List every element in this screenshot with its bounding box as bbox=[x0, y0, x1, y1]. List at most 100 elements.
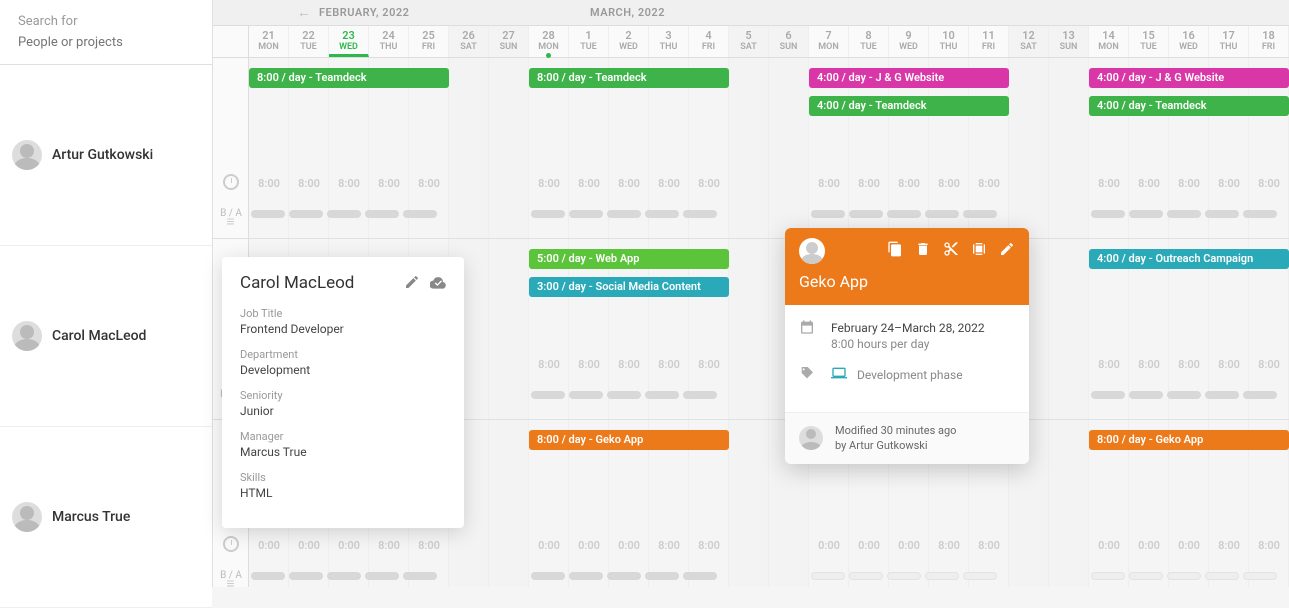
person-name: Carol MacLeod bbox=[52, 328, 146, 344]
delete-icon[interactable] bbox=[915, 241, 931, 261]
booking-bar[interactable]: 8:00 / day - Teamdeck bbox=[529, 68, 729, 88]
day-column[interactable]: 3THU bbox=[649, 26, 689, 57]
capacity-pill bbox=[1205, 391, 1239, 399]
hour-cell: 8:00 bbox=[409, 176, 449, 194]
booking-bar[interactable]: 8:00 / day - Geko App bbox=[1089, 430, 1289, 450]
day-column[interactable]: 18FRI bbox=[1249, 26, 1289, 57]
copy-icon[interactable] bbox=[887, 241, 903, 261]
day-column[interactable]: 9WED bbox=[889, 26, 929, 57]
hour-cell: 8:00 bbox=[329, 176, 369, 194]
capacity-pill bbox=[1091, 210, 1125, 218]
profile-field-label: Seniority bbox=[240, 389, 446, 402]
capacity-pill bbox=[1091, 391, 1125, 399]
day-column[interactable]: 12SAT bbox=[1009, 26, 1049, 57]
hour-cell: 8:00 bbox=[649, 357, 689, 375]
hour-cell: 8:00 bbox=[289, 176, 329, 194]
hour-cell: 0:00 bbox=[609, 538, 649, 556]
profile-field-value: HTML bbox=[240, 486, 446, 500]
hour-cell: 8:00 bbox=[569, 176, 609, 194]
search-box[interactable]: Search for bbox=[0, 0, 212, 65]
person-row[interactable]: Artur Gutkowski bbox=[0, 65, 212, 246]
person-row[interactable]: Marcus True bbox=[0, 427, 212, 608]
day-column[interactable]: 28MON bbox=[529, 26, 569, 57]
hour-cell: 8:00 bbox=[529, 176, 569, 194]
day-column[interactable]: 10THU bbox=[929, 26, 969, 57]
day-column[interactable]: 5SAT bbox=[729, 26, 769, 57]
day-column[interactable]: 15TUE bbox=[1129, 26, 1169, 57]
day-column[interactable]: 16WED bbox=[1169, 26, 1209, 57]
booking-bar[interactable]: 8:00 / day - Teamdeck bbox=[249, 68, 449, 88]
day-column[interactable]: 23WED bbox=[329, 26, 369, 57]
person-row[interactable]: Carol MacLeod bbox=[0, 246, 212, 427]
laptop-icon bbox=[831, 365, 847, 384]
capacity-pill bbox=[963, 572, 997, 580]
cloud-icon[interactable] bbox=[430, 274, 446, 293]
hour-cell: 0:00 bbox=[329, 538, 369, 556]
prev-month-icon[interactable]: ← bbox=[297, 4, 312, 21]
duplicate-icon[interactable] bbox=[971, 241, 987, 261]
modifier-avatar bbox=[799, 426, 823, 450]
day-column[interactable]: 25FRI bbox=[409, 26, 449, 57]
day-column[interactable]: 1TUE bbox=[569, 26, 609, 57]
capacity-pill bbox=[365, 210, 399, 218]
hour-cell: 8:00 bbox=[889, 176, 929, 194]
capacity-pill bbox=[1243, 391, 1277, 399]
day-column[interactable]: 26SAT bbox=[449, 26, 489, 57]
day-column[interactable]: 8TUE bbox=[849, 26, 889, 57]
hour-cell: 8:00 bbox=[369, 176, 409, 194]
day-column[interactable]: 24THU bbox=[369, 26, 409, 57]
hour-cell: 0:00 bbox=[569, 538, 609, 556]
calendar-icon bbox=[799, 319, 817, 338]
hour-cell: 8:00 bbox=[969, 176, 1009, 194]
day-column[interactable]: 21MON bbox=[249, 26, 289, 57]
cut-icon[interactable] bbox=[943, 241, 959, 261]
capacity-pill bbox=[963, 210, 997, 218]
booking-bar[interactable]: 4:00 / day - Outreach Campaign bbox=[1089, 249, 1289, 269]
profile-name: Carol MacLeod bbox=[240, 273, 354, 293]
month-mar: MARCH, 2022 bbox=[578, 6, 677, 19]
hour-cell: 0:00 bbox=[889, 538, 929, 556]
search-input[interactable] bbox=[18, 35, 194, 50]
profile-field-value: Marcus True bbox=[240, 445, 446, 459]
booking-bar[interactable]: 8:00 / day - Geko App bbox=[529, 430, 729, 450]
booking-bar[interactable]: 4:00 / day - J & G Website bbox=[809, 68, 1009, 88]
hour-cell: 0:00 bbox=[289, 538, 329, 556]
day-column[interactable]: 7MON bbox=[809, 26, 849, 57]
capacity-pill bbox=[289, 210, 323, 218]
capacity-pill bbox=[925, 572, 959, 580]
hour-cell: 0:00 bbox=[1169, 538, 1209, 556]
avatar bbox=[12, 502, 42, 532]
day-column[interactable]: 27SUN bbox=[489, 26, 529, 57]
day-column[interactable]: 13SUN bbox=[1049, 26, 1089, 57]
edit-icon[interactable] bbox=[404, 274, 420, 293]
capacity-pill bbox=[403, 210, 437, 218]
capacity-pill bbox=[1129, 391, 1163, 399]
hour-cell: 8:00 bbox=[969, 538, 1009, 556]
booking-bar[interactable]: 4:00 / day - Teamdeck bbox=[1089, 96, 1289, 116]
capacity-pill bbox=[887, 210, 921, 218]
ba-label: B / A bbox=[213, 570, 249, 581]
booking-bar[interactable]: 3:00 / day - Social Media Content bbox=[529, 277, 729, 297]
day-column[interactable]: 14MON bbox=[1089, 26, 1129, 57]
booking-bar[interactable]: 5:00 / day - Web App bbox=[529, 249, 729, 269]
day-column[interactable]: 11FRI bbox=[969, 26, 1009, 57]
task-card: Geko App February 24–March 28, 2022 8:00… bbox=[785, 228, 1029, 464]
day-column[interactable]: 6SUN bbox=[769, 26, 809, 57]
hour-cell: 8:00 bbox=[609, 176, 649, 194]
tag-icon bbox=[799, 365, 817, 384]
avatar bbox=[12, 321, 42, 351]
day-column[interactable]: 4FRI bbox=[689, 26, 729, 57]
edit-task-icon[interactable] bbox=[999, 241, 1015, 261]
hour-cell: 8:00 bbox=[1249, 176, 1289, 194]
booking-bar[interactable]: 4:00 / day - Teamdeck bbox=[809, 96, 1009, 116]
capacity-pill bbox=[569, 391, 603, 399]
day-column[interactable]: 17THU bbox=[1209, 26, 1249, 57]
profile-field-label: Job Title bbox=[240, 307, 446, 320]
capacity-pill bbox=[1167, 391, 1201, 399]
day-column[interactable]: 2WED bbox=[609, 26, 649, 57]
search-label: Search for bbox=[18, 14, 194, 29]
capacity-pill bbox=[1129, 572, 1163, 580]
day-column[interactable]: 22TUE bbox=[289, 26, 329, 57]
capacity-pill bbox=[569, 572, 603, 580]
booking-bar[interactable]: 4:00 / day - J & G Website bbox=[1089, 68, 1289, 88]
